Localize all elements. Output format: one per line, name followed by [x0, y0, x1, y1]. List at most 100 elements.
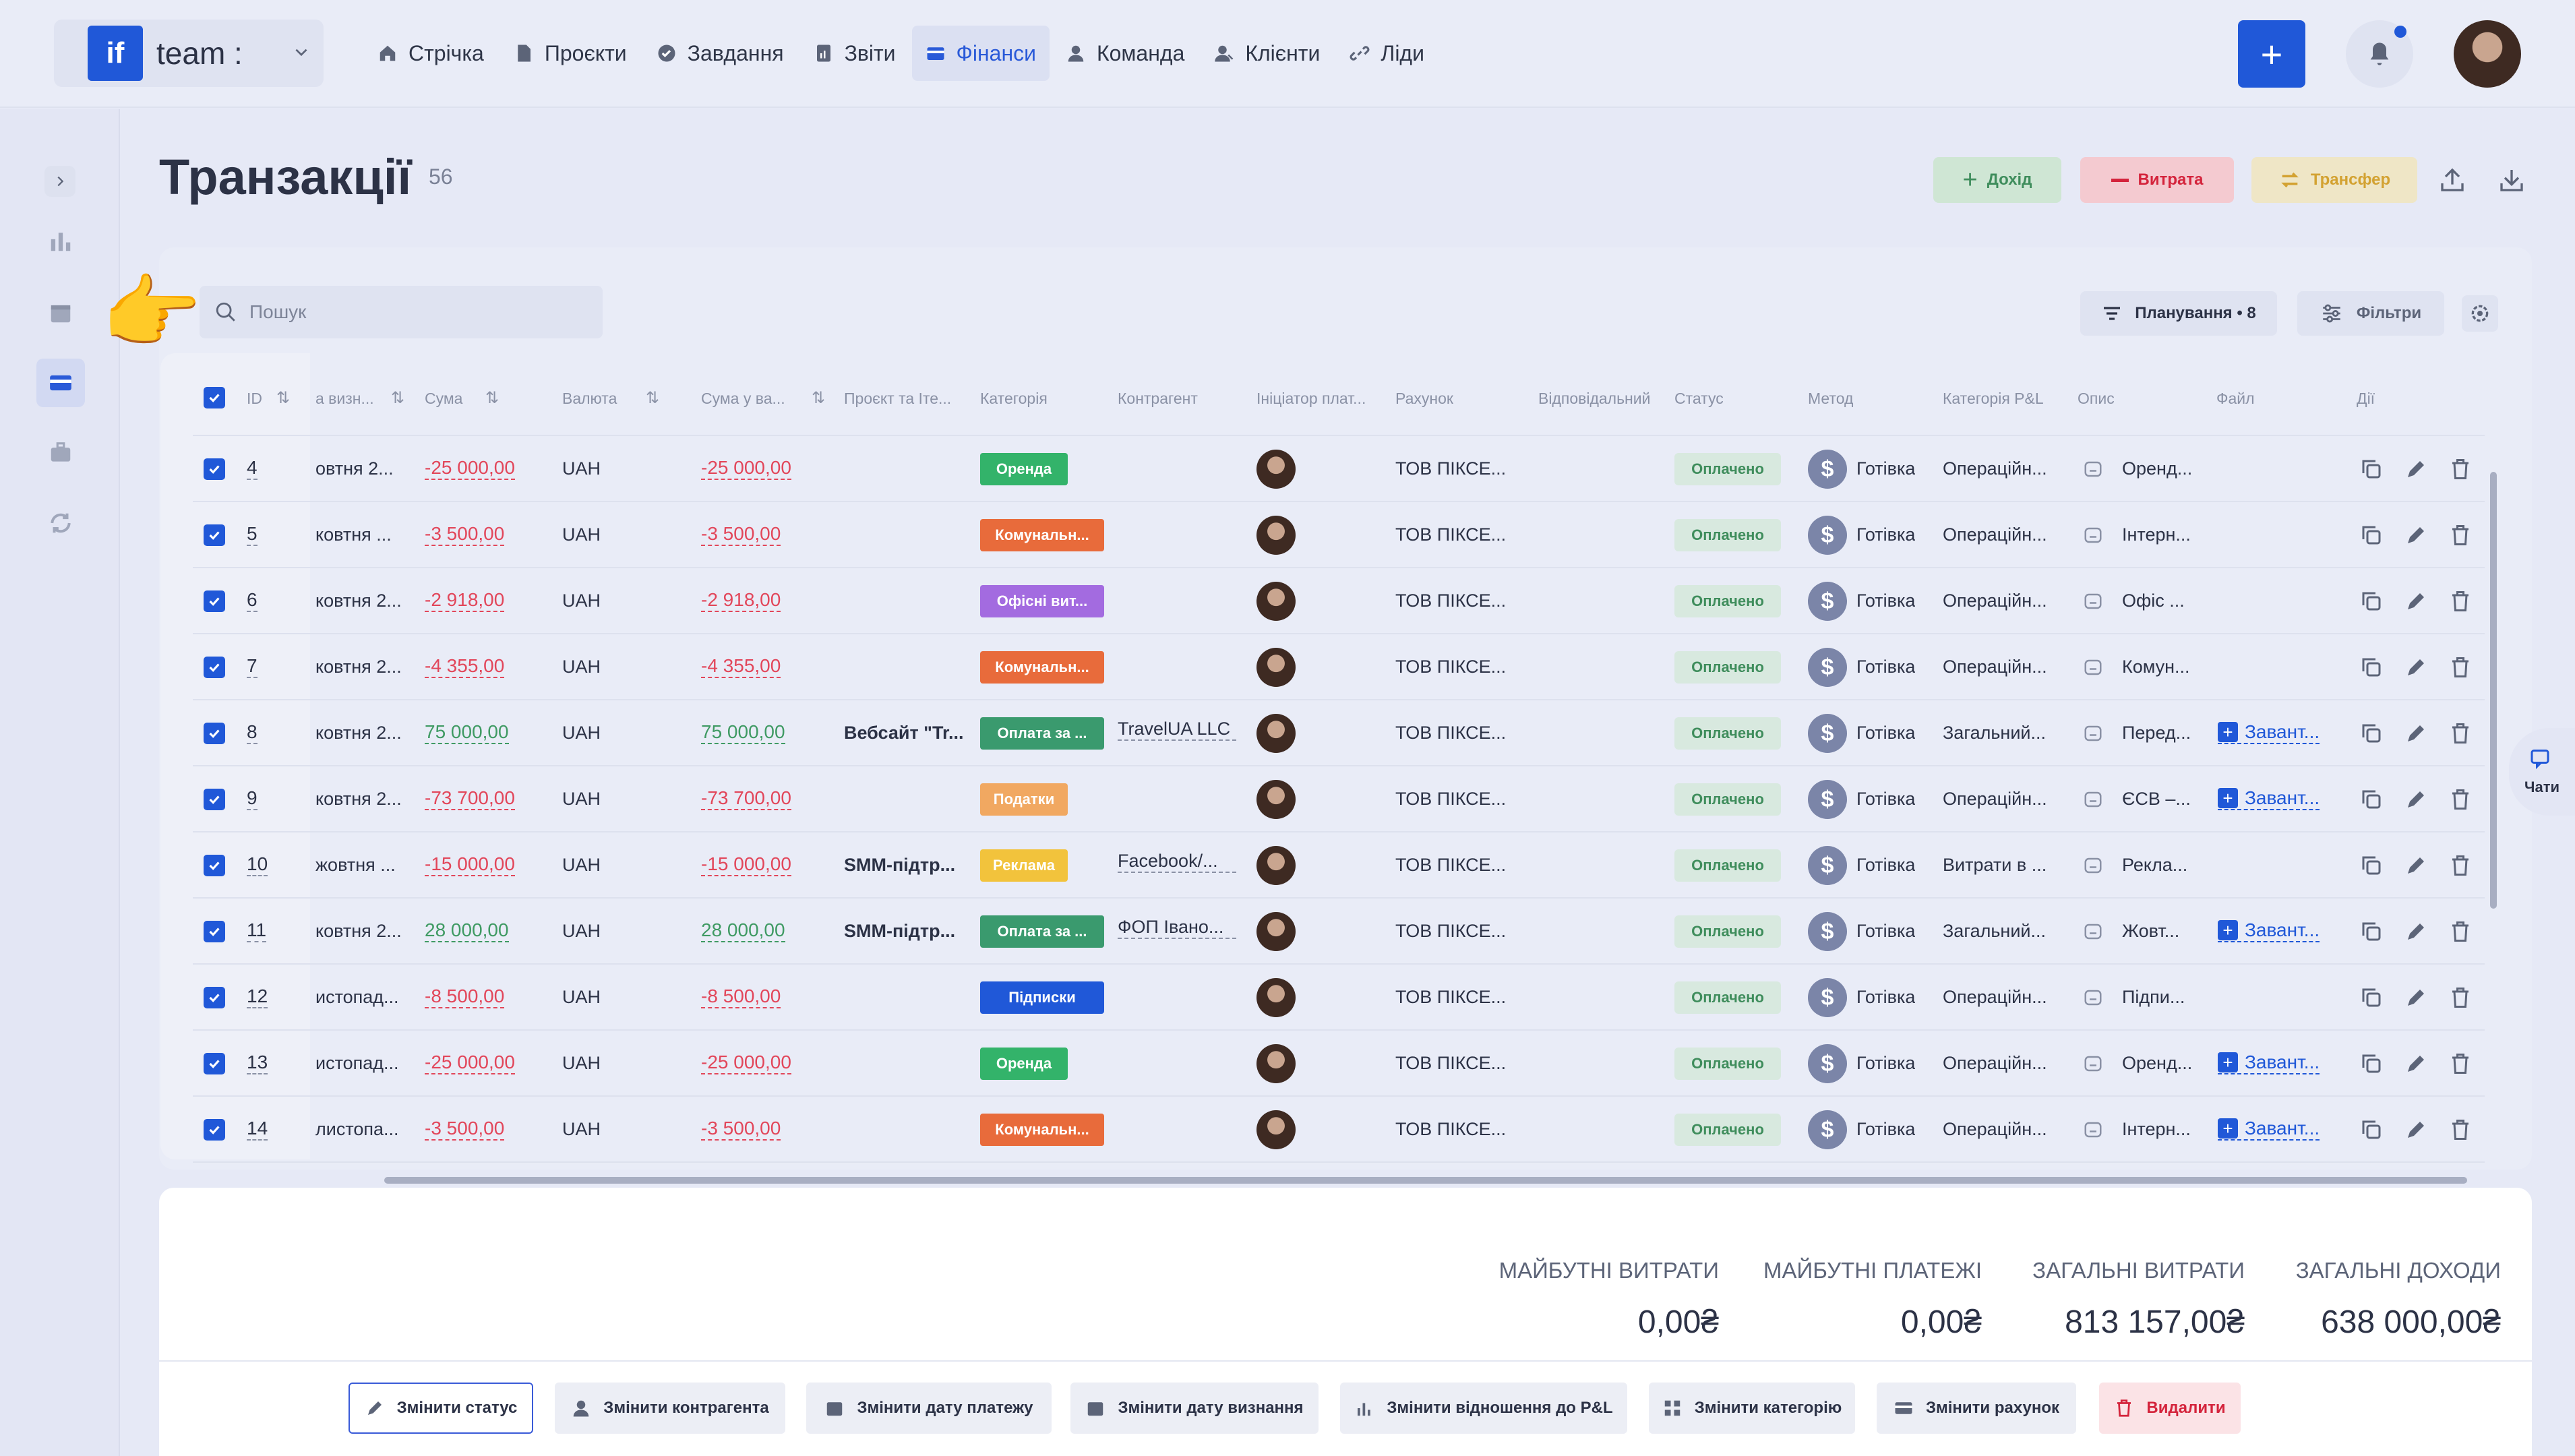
initiator-avatar[interactable] — [1256, 516, 1296, 555]
column-header[interactable]: Файл — [2216, 390, 2255, 408]
description[interactable]: Оренд... — [2122, 458, 2203, 479]
nav-item-feed[interactable]: Стрічка — [364, 26, 497, 81]
table-settings-button[interactable] — [2462, 295, 2498, 332]
amount[interactable]: -8 500,00 — [425, 985, 505, 1008]
sort-icon[interactable]: ⇅ — [276, 388, 290, 408]
counterparty[interactable]: Facebook/... — [1118, 851, 1236, 873]
description[interactable]: Підпи... — [2122, 987, 2203, 1008]
nav-item-leads[interactable]: Ліди — [1336, 26, 1438, 81]
delete-button[interactable]: Видалити — [2099, 1383, 2241, 1434]
transaction-id[interactable]: 6 — [247, 589, 258, 612]
row-checkbox[interactable] — [204, 855, 225, 876]
amount-in-account[interactable]: 28 000,00 — [701, 919, 785, 942]
initiator-avatar[interactable] — [1256, 978, 1296, 1017]
copy-icon[interactable] — [2359, 523, 2384, 547]
edit-icon[interactable] — [2404, 655, 2428, 679]
nav-item-team[interactable]: Команда — [1052, 26, 1198, 81]
status-badge[interactable]: Оплачено — [1674, 651, 1781, 684]
change-status-button[interactable]: Змінити статус — [349, 1383, 533, 1434]
initiator-avatar[interactable] — [1256, 582, 1296, 621]
row-checkbox[interactable] — [204, 789, 225, 810]
column-header[interactable]: Сума — [425, 390, 462, 408]
amount[interactable]: -2 918,00 — [425, 589, 505, 612]
sidebar-item-recurring[interactable] — [36, 499, 85, 547]
status-badge[interactable]: Оплачено — [1674, 783, 1781, 816]
description[interactable]: Офіс ... — [2122, 590, 2203, 611]
status-badge[interactable]: Оплачено — [1674, 1114, 1781, 1146]
row-checkbox[interactable] — [204, 524, 225, 546]
change-counterparty-button[interactable]: Змінити контрагента — [555, 1383, 785, 1434]
project[interactable]: Вебсайт "Tr... — [844, 723, 969, 744]
select-all-checkbox[interactable] — [204, 387, 225, 408]
category-badge[interactable]: Оплата за ... — [980, 717, 1104, 750]
sidebar-item-transactions[interactable] — [36, 359, 85, 407]
column-header[interactable]: а визн... — [315, 390, 374, 408]
amount[interactable]: 75 000,00 — [425, 721, 509, 744]
status-badge[interactable]: Оплачено — [1674, 453, 1781, 485]
column-header[interactable]: Категорія P&L — [1943, 390, 2044, 408]
status-badge[interactable]: Оплачено — [1674, 519, 1781, 551]
initiator-avatar[interactable] — [1256, 846, 1296, 885]
trash-icon[interactable] — [2448, 787, 2473, 812]
edit-icon[interactable] — [2404, 523, 2428, 547]
trash-icon[interactable] — [2448, 721, 2473, 746]
row-checkbox[interactable] — [204, 987, 225, 1008]
nav-item-finance[interactable]: Фінанси — [911, 26, 1050, 81]
copy-icon[interactable] — [2359, 1118, 2384, 1142]
trash-icon[interactable] — [2448, 589, 2473, 613]
add-transfer-button[interactable]: Трансфер — [2251, 157, 2417, 203]
transaction-id[interactable]: 7 — [247, 655, 258, 678]
create-button[interactable]: + — [2238, 20, 2305, 88]
column-header[interactable]: Дії — [2357, 390, 2375, 408]
edit-icon[interactable] — [2404, 853, 2428, 878]
amount[interactable]: -3 500,00 — [425, 1118, 505, 1141]
sort-icon[interactable]: ⇅ — [646, 388, 659, 408]
edit-icon[interactable] — [2404, 919, 2428, 944]
amount-in-account[interactable]: -8 500,00 — [701, 985, 781, 1008]
description[interactable]: Жовт... — [2122, 921, 2203, 942]
initiator-avatar[interactable] — [1256, 648, 1296, 687]
row-checkbox[interactable] — [204, 1119, 225, 1141]
initiator-avatar[interactable] — [1256, 780, 1296, 819]
sidebar-item-briefcase[interactable] — [36, 429, 85, 477]
category-badge[interactable]: Оренда — [980, 453, 1068, 485]
sort-icon[interactable]: ⇅ — [391, 388, 404, 408]
category-badge[interactable]: Реклама — [980, 849, 1068, 882]
transaction-id[interactable]: 4 — [247, 457, 258, 480]
filters-button[interactable]: Фільтри — [2297, 291, 2444, 336]
change-recognition-date-button[interactable]: Змінити дату визнання — [1070, 1383, 1319, 1434]
edit-icon[interactable] — [2404, 457, 2428, 481]
export-button[interactable] — [2429, 157, 2475, 203]
status-badge[interactable]: Оплачено — [1674, 981, 1781, 1014]
trash-icon[interactable] — [2448, 1052, 2473, 1076]
trash-icon[interactable] — [2448, 655, 2473, 679]
description[interactable]: Інтерн... — [2122, 524, 2203, 545]
file-upload-link[interactable]: + Завант... — [2218, 919, 2320, 942]
category-badge[interactable]: Оплата за ... — [980, 915, 1104, 948]
project[interactable]: SMM-підтр... — [844, 855, 969, 876]
nav-item-reports[interactable]: Звіти — [800, 26, 909, 81]
amount-in-account[interactable]: -15 000,00 — [701, 853, 791, 876]
row-checkbox[interactable] — [204, 921, 225, 942]
notifications-button[interactable] — [2346, 20, 2413, 88]
copy-icon[interactable] — [2359, 589, 2384, 613]
file-upload-link[interactable]: + Завант... — [2218, 721, 2320, 744]
file-upload-link[interactable]: + Завант... — [2218, 787, 2320, 810]
team-switcher[interactable]: if team : — [54, 20, 324, 87]
search-input[interactable]: Пошук — [200, 286, 603, 338]
column-header[interactable]: Проєкт та Іте... — [844, 390, 951, 408]
description[interactable]: Оренд... — [2122, 1053, 2203, 1074]
vertical-scrollbar[interactable] — [2490, 472, 2497, 909]
column-header[interactable]: Відповідальний — [1538, 390, 1650, 408]
initiator-avatar[interactable] — [1256, 450, 1296, 489]
copy-icon[interactable] — [2359, 787, 2384, 812]
copy-icon[interactable] — [2359, 1052, 2384, 1076]
column-header[interactable]: Сума у ва... — [701, 390, 785, 408]
transaction-id[interactable]: 13 — [247, 1052, 268, 1074]
file-upload-link[interactable]: + Завант... — [2218, 1118, 2320, 1141]
amount[interactable]: -3 500,00 — [425, 523, 505, 546]
import-button[interactable] — [2489, 157, 2535, 203]
amount[interactable]: -25 000,00 — [425, 1052, 515, 1074]
description[interactable]: Інтерн... — [2122, 1119, 2203, 1140]
counterparty[interactable]: TravelUA LLC — [1118, 719, 1236, 741]
